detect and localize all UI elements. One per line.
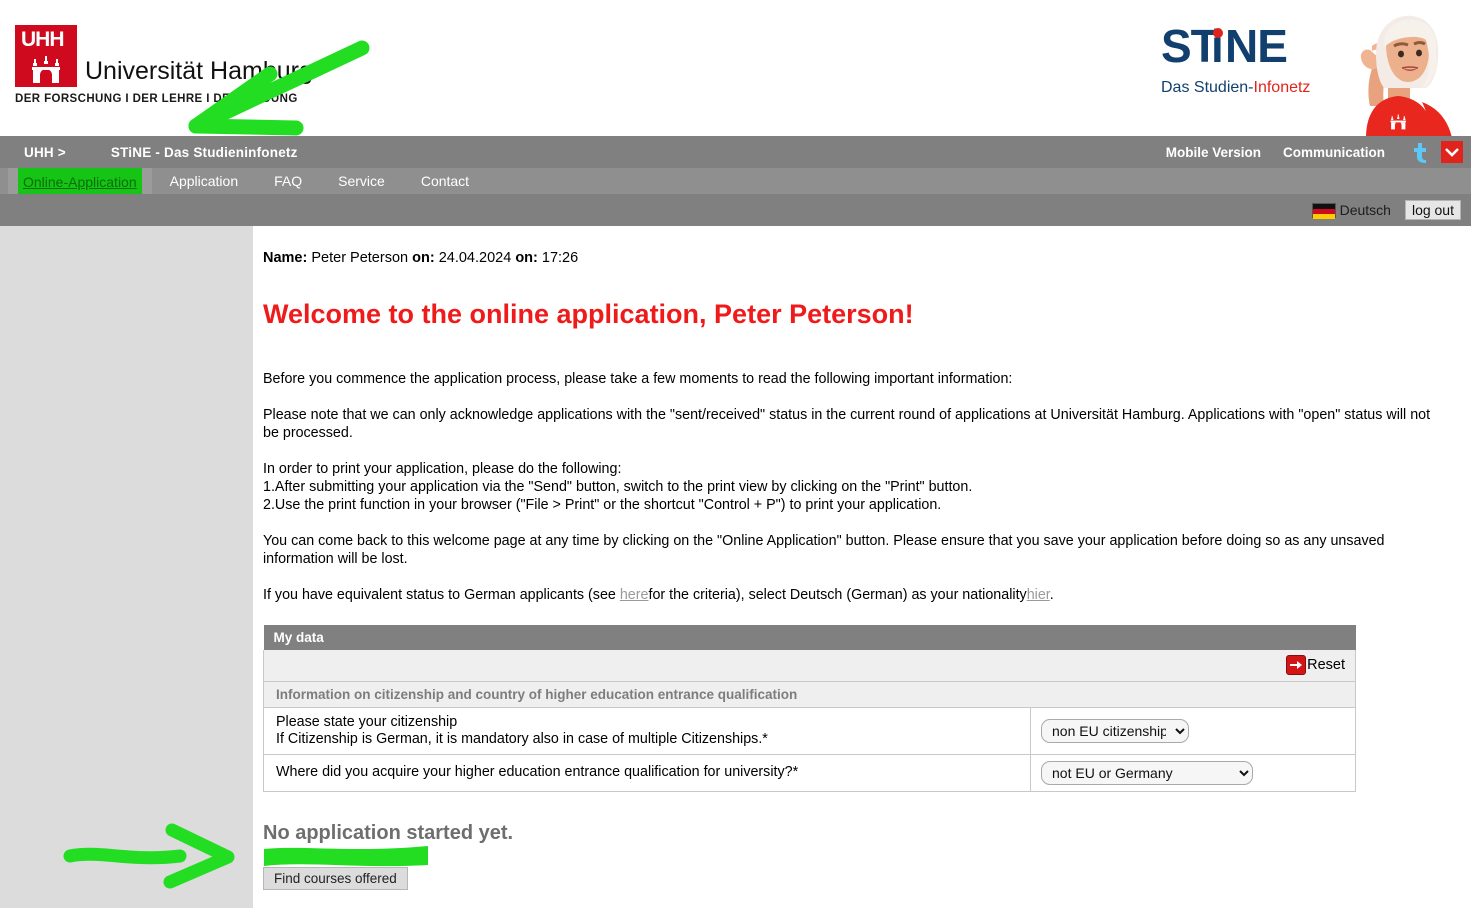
citizenship-question-line2: If Citizenship is German, it is mandator…: [276, 730, 768, 747]
citizenship-question-line1: Please state your citizenship: [276, 713, 458, 730]
tab-application[interactable]: Application: [152, 168, 257, 194]
find-courses-offered-button[interactable]: Find courses offered: [263, 866, 408, 890]
table-row: Where did you acquire your higher educat…: [263, 753, 1356, 792]
tab-service[interactable]: Service: [320, 168, 403, 194]
stine-logo[interactable]: ST i NE Das Studien-Infonetz: [1161, 20, 1331, 96]
print-instructions-line1: In order to print your application, plea…: [263, 461, 622, 477]
welcome-page-paragraph: You can come back to this welcome page a…: [263, 533, 1385, 567]
top-navigation-bar: UHH > STiNE - Das Studieninfonetz Mobile…: [0, 136, 1471, 168]
qualification-question: Where did you acquire your higher educat…: [263, 753, 1031, 792]
equivalent-status-text-c: .: [1049, 587, 1054, 603]
name-label: Name:: [263, 250, 308, 266]
stine-mascot-illustration: [1360, 15, 1452, 138]
tab-faq[interactable]: FAQ: [256, 168, 320, 194]
status-note-paragraph: Please note that we can only acknowledge…: [263, 407, 1431, 441]
no-application-status: No application started yet.: [263, 821, 514, 844]
uhh-claim: DER FORSCHUNG I DER LEHRE I DER BILDUNG: [15, 93, 298, 105]
tab-list: Online-Application Application FAQ Servi…: [0, 168, 487, 196]
name-value: Peter Peterson: [311, 250, 409, 266]
breadcrumb-stine[interactable]: STiNE - Das Studieninfonetz: [111, 145, 298, 160]
chevron-down-icon[interactable]: [1441, 141, 1463, 163]
reset-arrow-icon: [1286, 654, 1307, 675]
mobile-version-link[interactable]: Mobile Version: [1166, 145, 1261, 160]
date-label: on:: [412, 250, 435, 266]
my-data-toolbar-row: Reset: [263, 650, 1356, 682]
twitter-icon[interactable]: [1407, 141, 1429, 163]
qualification-question-line1: Where did you acquire your higher educat…: [276, 764, 799, 780]
uhh-university-name: Universität Hamburg: [85, 57, 313, 85]
citizenship-answer-cell: non EU citizenship: [1030, 706, 1356, 755]
criteria-here-link[interactable]: here: [620, 587, 649, 603]
nationality-hier-link[interactable]: hier: [1027, 587, 1050, 603]
qualification-select[interactable]: not EU or Germany: [1041, 760, 1253, 785]
svg-text:NE: NE: [1225, 22, 1287, 70]
table-row: Please state your citizenship If Citizen…: [263, 706, 1356, 755]
reset-label: Reset: [1307, 656, 1345, 673]
user-meta-line: Name: Peter Peterson on: 24.04.2024 on: …: [263, 250, 1441, 266]
my-data-header-row: My data: [263, 625, 1356, 650]
equivalent-status-text-b: for the criteria), select Deutsch (Germa…: [648, 587, 1027, 603]
left-sidebar: [0, 226, 253, 908]
logout-button[interactable]: log out: [1404, 200, 1461, 220]
stine-tagline-blue: Das Studien-: [1161, 79, 1254, 96]
top-bar-right-group: Mobile Version Communication: [1166, 141, 1471, 163]
my-data-section-title: Information on citizenship and country o…: [263, 680, 1356, 708]
stine-tagline-red: Infonetz: [1253, 79, 1311, 96]
page-root: UHH Universität Hamburg DER FORSCHUNG I …: [0, 0, 1471, 909]
uhh-logo[interactable]: UHH Universität Hamburg DER FORSCHUNG I …: [15, 25, 315, 115]
page-body: Name: Peter Peterson on: 24.04.2024 on: …: [0, 226, 1471, 908]
tab-contact[interactable]: Contact: [403, 168, 487, 194]
reset-button[interactable]: Reset: [1286, 654, 1345, 675]
uhh-letters: UHH: [21, 28, 65, 51]
language-label[interactable]: Deutsch: [1340, 202, 1391, 218]
stine-wordmark: ST i NE: [1161, 20, 1331, 77]
date-value: 24.04.2024: [438, 250, 512, 266]
my-data-toolbar: Reset: [263, 650, 1356, 682]
main-content: Name: Peter Peterson on: 24.04.2024 on: …: [253, 226, 1471, 908]
equivalent-status-text-a: If you have equivalent status to German …: [263, 587, 620, 603]
citizenship-question: Please state your citizenship If Citizen…: [263, 706, 1031, 755]
print-instructions-line2: 1.After submitting your application via …: [263, 479, 973, 495]
logo-band: UHH Universität Hamburg DER FORSCHUNG I …: [0, 0, 1471, 138]
tab-online-application[interactable]: Online-Application: [8, 168, 152, 196]
main-tab-bar: Online-Application Application FAQ Servi…: [0, 168, 1471, 196]
citizenship-select[interactable]: non EU citizenship: [1041, 718, 1189, 743]
equivalent-status-paragraph: If you have equivalent status to German …: [263, 586, 1441, 604]
stine-tagline: Das Studien-Infonetz: [1161, 79, 1331, 97]
time-label: on:: [515, 250, 538, 266]
time-value: 17:26: [541, 250, 579, 266]
print-instructions-line3: 2.Use the print function in your browser…: [263, 497, 942, 513]
communication-link[interactable]: Communication: [1283, 145, 1385, 160]
hamburg-castle-icon: [32, 56, 60, 83]
intro-paragraph: Before you commence the application proc…: [263, 371, 1013, 387]
page-title: Welcome to the online application, Peter…: [263, 299, 914, 329]
breadcrumb-uhh[interactable]: UHH >: [24, 145, 66, 160]
tab-online-application-label: Online-Application: [18, 168, 142, 196]
qualification-answer-cell: not EU or Germany: [1030, 753, 1356, 792]
german-flag-icon[interactable]: [1311, 202, 1336, 219]
my-data-title: My data: [263, 625, 1356, 650]
my-data-table: My data Reset Information on citizenship…: [263, 625, 1356, 792]
my-data-section-row: Information on citizenship and country o…: [263, 680, 1356, 708]
language-bar: Deutsch log out: [0, 194, 1471, 226]
print-instructions-paragraph: In order to print your application, plea…: [263, 460, 1441, 514]
